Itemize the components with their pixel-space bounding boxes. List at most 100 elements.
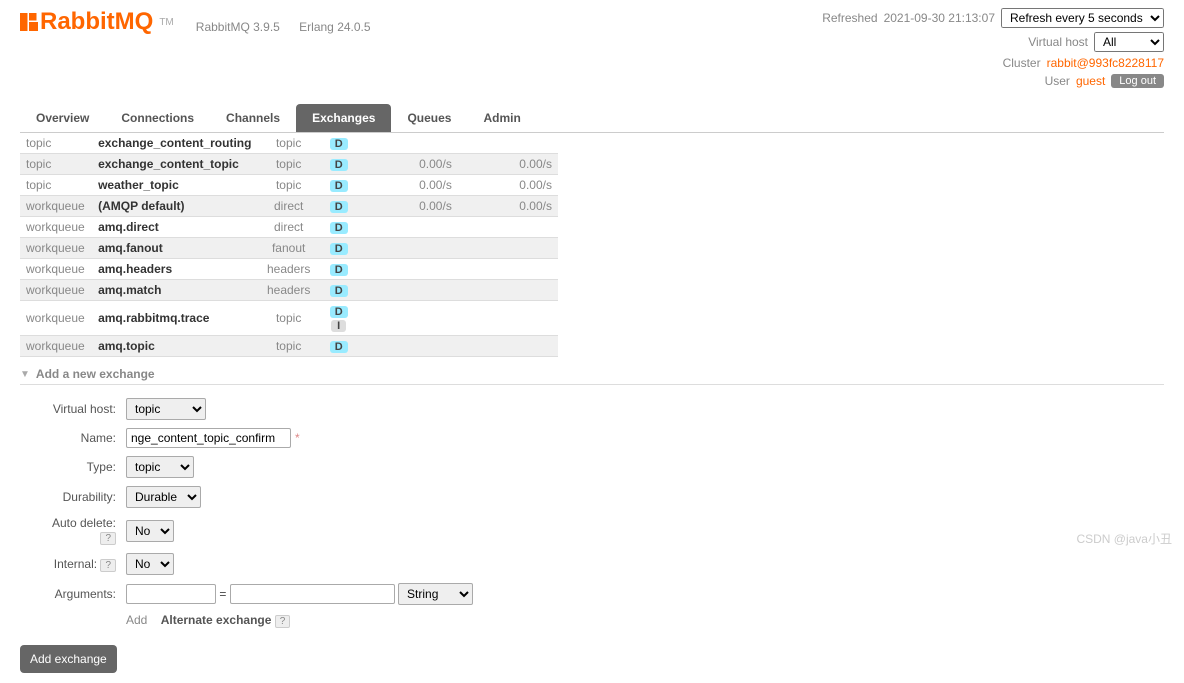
refreshed-label: Refreshed xyxy=(822,11,877,25)
internal-tag: I xyxy=(331,320,346,332)
features-cell: DI xyxy=(320,301,358,336)
table-row: workqueueamq.directdirectD xyxy=(20,217,558,238)
rate-in-cell xyxy=(358,133,458,154)
exchange-link[interactable]: amq.topic xyxy=(98,339,155,353)
vhost-cell: workqueue xyxy=(20,301,92,336)
type-field-label: Type: xyxy=(32,453,120,481)
vhost-field[interactable]: topic xyxy=(126,398,206,420)
rate-in-cell xyxy=(358,238,458,259)
logout-button[interactable]: Log out xyxy=(1111,74,1164,88)
user-link[interactable]: guest xyxy=(1076,74,1105,88)
rate-in-cell: 0.00/s xyxy=(358,154,458,175)
type-cell: headers xyxy=(258,280,320,301)
table-row: topic exchange_content_routing topic D xyxy=(20,133,558,154)
exchange-link[interactable]: amq.match xyxy=(98,283,161,297)
erlang-version: Erlang 24.0.5 xyxy=(299,20,370,34)
tab-exchanges[interactable]: Exchanges xyxy=(296,104,391,132)
features-cell: D xyxy=(320,259,358,280)
arguments-field-label: Arguments: xyxy=(32,580,120,608)
vhost-select[interactable]: All xyxy=(1094,32,1164,52)
features-cell: D xyxy=(320,336,358,357)
tab-connections[interactable]: Connections xyxy=(105,104,210,132)
rabbitmq-logo-icon xyxy=(20,13,38,31)
type-cell: direct xyxy=(258,196,320,217)
durable-tag: D xyxy=(330,201,348,213)
rate-in-cell xyxy=(358,217,458,238)
exchange-link[interactable]: exchange_content_routing xyxy=(98,136,251,150)
tab-channels[interactable]: Channels xyxy=(210,104,296,132)
vhost-field-label: Virtual host: xyxy=(32,395,120,423)
table-row: workqueue amq.rabbitmq.trace topicDI xyxy=(20,301,558,336)
exchange-link[interactable]: (AMQP default) xyxy=(98,199,184,213)
vhost-cell: topic xyxy=(20,133,92,154)
type-cell: topic xyxy=(258,301,320,336)
exchange-link[interactable]: amq.direct xyxy=(98,220,159,234)
durability-field-label: Durability: xyxy=(32,483,120,511)
autodelete-field[interactable]: No xyxy=(126,520,174,542)
internal-field[interactable]: No xyxy=(126,553,174,575)
refreshed-time: 2021-09-30 21:13:07 xyxy=(884,11,995,25)
vhost-cell: workqueue xyxy=(20,238,92,259)
vhost-cell: workqueue xyxy=(20,196,92,217)
cluster-label: Cluster xyxy=(1003,56,1041,70)
autodelete-help[interactable]: ? xyxy=(100,532,116,545)
exchange-link[interactable]: amq.fanout xyxy=(98,241,163,255)
rate-out-cell: 0.00/s xyxy=(458,154,558,175)
autodelete-field-label: Auto delete: xyxy=(52,516,116,530)
cluster-link[interactable]: rabbit@993fc8228117 xyxy=(1047,56,1164,70)
type-cell: topic xyxy=(258,175,320,196)
features-cell: D xyxy=(320,217,358,238)
rate-out-cell xyxy=(458,336,558,357)
exchange-link[interactable]: exchange_content_topic xyxy=(98,157,239,171)
rate-in-cell xyxy=(358,336,458,357)
name-field-label: Name: xyxy=(32,425,120,451)
vhost-cell: workqueue xyxy=(20,259,92,280)
internal-help[interactable]: ? xyxy=(100,559,116,572)
type-cell: topic xyxy=(258,336,320,357)
rate-out-cell xyxy=(458,280,558,301)
features-cell: D xyxy=(320,175,358,196)
logo-tm: TM xyxy=(159,17,173,28)
features-cell: D xyxy=(320,154,358,175)
alternate-exchange-link[interactable]: Alternate exchange xyxy=(161,613,272,627)
durable-tag: D xyxy=(330,159,348,171)
mandatory-mark: * xyxy=(295,431,300,445)
durable-tag: D xyxy=(330,180,348,192)
alt-exch-help[interactable]: ? xyxy=(275,615,291,628)
features-cell: D xyxy=(320,196,358,217)
argument-key-field[interactable] xyxy=(126,584,216,604)
internal-field-label: Internal: xyxy=(54,557,97,571)
add-argument-link[interactable]: Add xyxy=(126,613,147,627)
exchange-link[interactable]: amq.rabbitmq.trace xyxy=(98,311,209,325)
rate-out-cell xyxy=(458,238,558,259)
vhost-label: Virtual host xyxy=(1028,35,1088,49)
section-toggle[interactable]: ▼ Add a new exchange xyxy=(20,367,1164,381)
add-exchange-button[interactable]: Add exchange xyxy=(20,645,117,673)
exchange-link[interactable]: amq.headers xyxy=(98,262,172,276)
type-cell: topic xyxy=(258,133,320,154)
durable-tag: D xyxy=(330,222,348,234)
durable-tag: D xyxy=(330,341,348,353)
vhost-cell: workqueue xyxy=(20,280,92,301)
type-cell: direct xyxy=(258,217,320,238)
argument-value-field[interactable] xyxy=(230,584,395,604)
chevron-down-icon: ▼ xyxy=(20,369,30,380)
argument-type-field[interactable]: String xyxy=(398,583,473,605)
rate-in-cell: 0.00/s xyxy=(358,175,458,196)
rate-out-cell xyxy=(458,259,558,280)
rate-in-cell xyxy=(358,301,458,336)
tab-admin[interactable]: Admin xyxy=(467,104,536,132)
rate-in-cell: 0.00/s xyxy=(358,196,458,217)
rate-in-cell xyxy=(358,259,458,280)
exchange-link[interactable]: weather_topic xyxy=(98,178,179,192)
tab-overview[interactable]: Overview xyxy=(20,104,105,132)
name-field[interactable] xyxy=(126,428,291,448)
type-field[interactable]: topic xyxy=(126,456,194,478)
section-title: Add a new exchange xyxy=(36,367,155,381)
durability-field[interactable]: Durable xyxy=(126,486,201,508)
vhost-cell: topic xyxy=(20,175,92,196)
refresh-interval-select[interactable]: Refresh every 5 seconds xyxy=(1001,8,1164,28)
tab-queues[interactable]: Queues xyxy=(391,104,467,132)
durable-tag: D xyxy=(330,138,348,150)
features-cell: D xyxy=(320,133,358,154)
